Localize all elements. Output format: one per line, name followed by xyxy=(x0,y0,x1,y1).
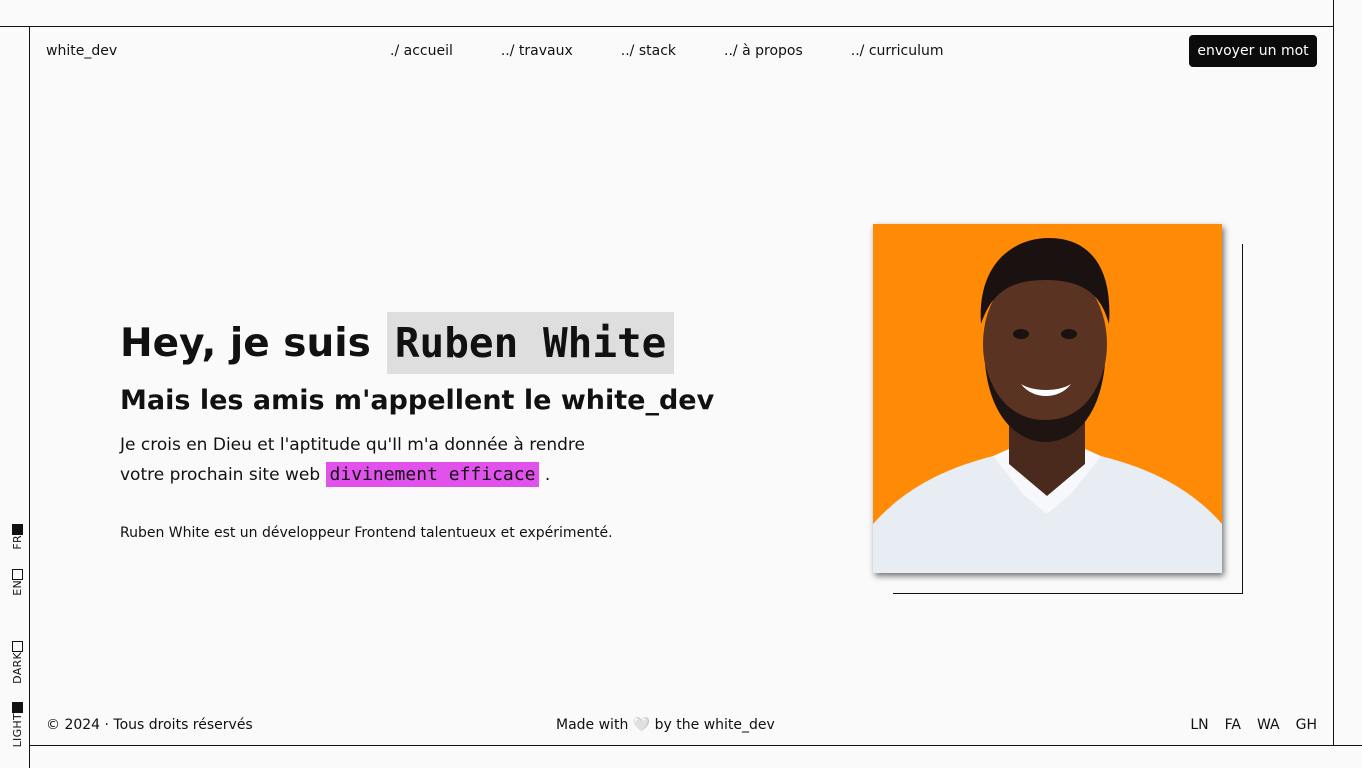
portrait-illustration xyxy=(873,238,1222,573)
top-divider xyxy=(0,26,1334,27)
hero-note: Ruben White est un développeur Frontend … xyxy=(120,525,613,541)
checkbox-checked-icon xyxy=(12,702,23,713)
hero-subtitle: Mais les amis m'appellent le white_dev xyxy=(120,385,715,416)
hero-line-1: Je crois en Dieu et l'aptitude qu'Il m'a… xyxy=(120,435,585,455)
nav-travaux[interactable]: ../ travaux xyxy=(501,43,573,59)
hero-name: Ruben White xyxy=(386,312,675,374)
social-linkedin-link[interactable]: LN xyxy=(1190,717,1208,733)
checkbox-empty-icon xyxy=(12,569,23,580)
checkbox-checked-icon xyxy=(12,524,23,535)
made-with-credit: Made with 🤍 by the white_dev xyxy=(556,717,775,733)
social-facebook-link[interactable]: FA xyxy=(1225,717,1241,733)
social-github-link[interactable]: GH xyxy=(1296,717,1317,733)
lang-toggle-en[interactable]: EN xyxy=(11,564,24,596)
right-divider xyxy=(1333,0,1334,746)
theme-toggle-dark[interactable]: DARK xyxy=(11,636,24,684)
theme-dark-label: DARK xyxy=(11,652,24,684)
nav-stack[interactable]: ../ stack xyxy=(621,43,676,59)
bottom-divider xyxy=(30,745,1362,746)
left-divider xyxy=(29,26,30,768)
copyright: © 2024 · Tous droits réservés xyxy=(46,717,253,733)
hero-greeting: Hey, je suis xyxy=(120,320,371,366)
nav-curriculum[interactable]: ../ curriculum xyxy=(851,43,944,59)
checkbox-empty-icon xyxy=(12,641,23,652)
send-message-button[interactable]: envoyer un mot xyxy=(1189,35,1317,67)
nav-a-propos[interactable]: ../ à propos xyxy=(724,43,803,59)
brand-logo[interactable]: white_dev xyxy=(46,43,117,59)
hero-paragraph: Je crois en Dieu et l'aptitude qu'Il m'a… xyxy=(120,430,585,490)
social-links: LN FA WA GH xyxy=(1190,717,1317,733)
main-nav: ./ accueil ../ travaux ../ stack ../ à p… xyxy=(390,43,944,59)
profile-photo xyxy=(873,224,1222,573)
hero-line-2-start: votre prochain site web xyxy=(120,465,321,485)
lang-en-label: EN xyxy=(11,580,24,596)
lang-toggle-fr[interactable]: FR xyxy=(11,519,24,550)
lang-fr-label: FR xyxy=(11,535,24,550)
hero-line-2-end: . xyxy=(544,465,551,485)
theme-light-label: LIGHT xyxy=(11,713,24,748)
nav-accueil[interactable]: ./ accueil xyxy=(390,43,453,59)
social-whatsapp-link[interactable]: WA xyxy=(1257,717,1280,733)
theme-toggle-light[interactable]: LIGHT xyxy=(11,697,24,747)
hero-title: Hey, je suis Ruben White xyxy=(120,312,675,374)
hero-highlight: divinement efficace xyxy=(325,462,540,487)
